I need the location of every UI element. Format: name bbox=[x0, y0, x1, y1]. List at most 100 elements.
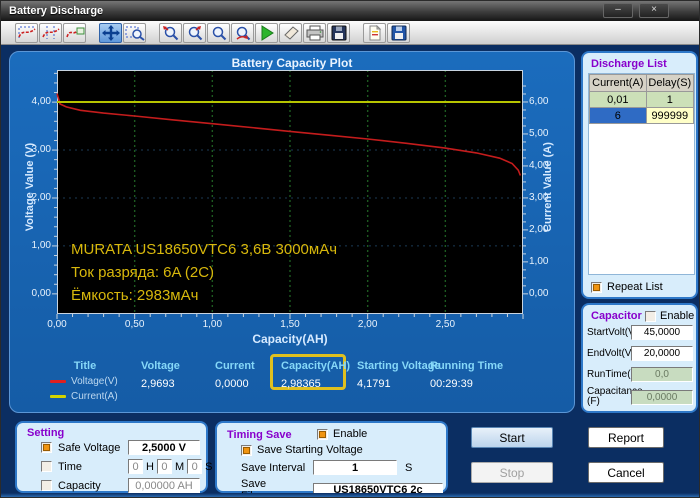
startvolt-field[interactable] bbox=[631, 325, 693, 340]
zoom-undo-tool-button[interactable] bbox=[231, 22, 254, 43]
timing-enable-checkbox[interactable] bbox=[317, 428, 328, 440]
voltage-value: 2,9693 bbox=[141, 378, 175, 390]
cell-delay-0[interactable]: 1 bbox=[645, 91, 695, 108]
capacity-limit-field[interactable] bbox=[128, 478, 200, 493]
pan-icon bbox=[101, 24, 120, 41]
save-data-tool-button[interactable] bbox=[387, 22, 410, 43]
readout-running-time: Running Time 00:29:39 bbox=[430, 360, 514, 390]
app-window: Battery Discharge – × Battery Capacity P… bbox=[0, 0, 700, 498]
save-interval-label: Save Interval bbox=[241, 461, 306, 474]
time-checkbox[interactable] bbox=[41, 461, 52, 472]
save-icon bbox=[331, 25, 347, 41]
seconds-unit-label: S bbox=[205, 460, 213, 473]
cancel-button[interactable]: Cancel bbox=[588, 462, 664, 483]
discharge-list-title: Discharge List bbox=[591, 58, 667, 70]
curve-legend-tool-button[interactable] bbox=[63, 22, 86, 43]
tick-label: 2,50 bbox=[435, 319, 456, 330]
curve-points-tool-button[interactable] bbox=[39, 22, 62, 43]
discharge-table: Current(A) Delay(S) 0,01 1 6 999999 bbox=[589, 74, 695, 124]
time-hours-field[interactable] bbox=[128, 459, 143, 474]
timing-enable-label: Enable bbox=[333, 428, 368, 440]
voltage-legend-label: Voltage(V) bbox=[71, 376, 118, 387]
endvolt-row: EndVolt(V) bbox=[587, 346, 696, 361]
safe-voltage-field[interactable] bbox=[128, 440, 200, 455]
capacitor-enable-label: Enable bbox=[660, 310, 695, 322]
cell-delay-1[interactable]: 999999 bbox=[645, 107, 695, 124]
discharge-table-header-row: Current(A) Delay(S) bbox=[589, 74, 695, 92]
runtime-row: RunTime(S) bbox=[587, 367, 696, 382]
save-interval-row: Save Interval S bbox=[241, 460, 412, 475]
annotation-line-2: Ток разряда: 6A (2C) bbox=[71, 264, 215, 281]
save-starting-voltage-checkbox[interactable] bbox=[241, 444, 252, 456]
toolbar bbox=[1, 21, 699, 45]
setting-panel: Setting Safe Voltage Time H M S Capacity bbox=[15, 421, 212, 493]
save-interval-unit: S bbox=[405, 461, 413, 474]
play-icon bbox=[259, 24, 275, 41]
tick-label: 2,00 bbox=[357, 319, 378, 330]
time-seconds-field[interactable] bbox=[187, 459, 203, 474]
eraser-icon bbox=[282, 25, 300, 41]
readout-current: Current 0,0000 bbox=[215, 360, 279, 390]
legend-item-voltage: Voltage(V) bbox=[50, 376, 140, 387]
table-row[interactable]: 0,01 1 bbox=[589, 91, 695, 108]
print-tool-button[interactable] bbox=[303, 22, 326, 43]
zoom-icon bbox=[210, 25, 228, 41]
table-row[interactable]: 6 999999 bbox=[589, 107, 695, 124]
capacitor-enable-row: Enable bbox=[645, 310, 694, 322]
run-tool-button[interactable] bbox=[255, 22, 278, 43]
col-delay-header[interactable]: Delay(S) bbox=[645, 74, 695, 92]
erase-tool-button[interactable] bbox=[279, 22, 302, 43]
readout-voltage: Voltage 2,9693 bbox=[141, 360, 205, 390]
capacitance-field bbox=[631, 389, 693, 405]
repeat-list-row: Repeat List bbox=[591, 281, 663, 293]
printer-icon bbox=[306, 25, 324, 41]
discharge-list-box[interactable]: Current(A) Delay(S) 0,01 1 6 999999 bbox=[588, 73, 695, 275]
close-button[interactable]: × bbox=[639, 3, 669, 18]
zoom-out-tool-button[interactable] bbox=[183, 22, 206, 43]
cell-current-0[interactable]: 0,01 bbox=[589, 91, 647, 108]
save-tool-button[interactable] bbox=[327, 22, 350, 43]
report-button[interactable]: Report bbox=[588, 427, 664, 448]
tick-label: 1,50 bbox=[280, 319, 300, 330]
startvolt-row: StartVolt(V) bbox=[587, 325, 696, 340]
cell-current-1-selected[interactable]: 6 bbox=[589, 107, 647, 124]
curve-legend-icon bbox=[65, 25, 85, 40]
curve-style-tool-button[interactable] bbox=[15, 22, 38, 43]
capacity-checkbox[interactable] bbox=[41, 480, 52, 491]
safe-voltage-row: Safe Voltage bbox=[41, 440, 200, 455]
curve-style-icon bbox=[17, 25, 37, 40]
tick-label: 0,00 bbox=[529, 287, 549, 299]
tick-label: 1,00 bbox=[202, 319, 223, 330]
minutes-unit-label: M bbox=[174, 460, 185, 473]
pan-tool-button[interactable] bbox=[99, 22, 122, 43]
capacitance-label: Capacitance (F) bbox=[587, 386, 643, 407]
timing-enable-row: Enable bbox=[317, 428, 367, 440]
stop-button[interactable]: Stop bbox=[471, 462, 553, 483]
zoom-in-tool-button[interactable] bbox=[159, 22, 182, 43]
safe-voltage-checkbox[interactable] bbox=[41, 442, 52, 453]
chart-panel: Battery Capacity Plot MURATA US18650VTC6… bbox=[9, 51, 575, 413]
endvolt-field[interactable] bbox=[631, 346, 693, 361]
tick-label: 4,00 bbox=[31, 96, 51, 108]
capacitor-enable-checkbox[interactable] bbox=[645, 310, 656, 322]
plot-area[interactable]: MURATA US18650VTC6 3,6В 3000мАч Ток разр… bbox=[32, 70, 548, 330]
y-right-axis-title: Current Value (A) bbox=[542, 142, 554, 232]
chart-title: Battery Capacity Plot bbox=[231, 56, 353, 70]
repeat-list-checkbox[interactable] bbox=[591, 281, 602, 293]
discharge-list-panel: Discharge List Current(A) Delay(S) 0,01 … bbox=[581, 51, 698, 299]
x-axis-title: Capacity(AH) bbox=[252, 332, 328, 346]
readout-legend-block: Title Voltage(V) Current(A) bbox=[50, 360, 140, 402]
legend-item-current: Current(A) bbox=[50, 391, 140, 402]
new-report-tool-button[interactable] bbox=[363, 22, 386, 43]
minimize-button[interactable]: – bbox=[603, 3, 633, 18]
current-value: 0,0000 bbox=[215, 378, 249, 390]
y-left-axis-title: Voltage Value (V) bbox=[24, 142, 36, 232]
start-button[interactable]: Start bbox=[471, 427, 553, 448]
col-current-header[interactable]: Current(A) bbox=[589, 74, 647, 92]
zoom-select-icon bbox=[125, 25, 145, 41]
tick-label: 0,50 bbox=[124, 319, 145, 330]
save-interval-field[interactable] bbox=[313, 460, 397, 475]
zoom-tool-button[interactable] bbox=[207, 22, 230, 43]
time-minutes-field[interactable] bbox=[156, 459, 172, 474]
zoom-select-tool-button[interactable] bbox=[123, 22, 146, 43]
